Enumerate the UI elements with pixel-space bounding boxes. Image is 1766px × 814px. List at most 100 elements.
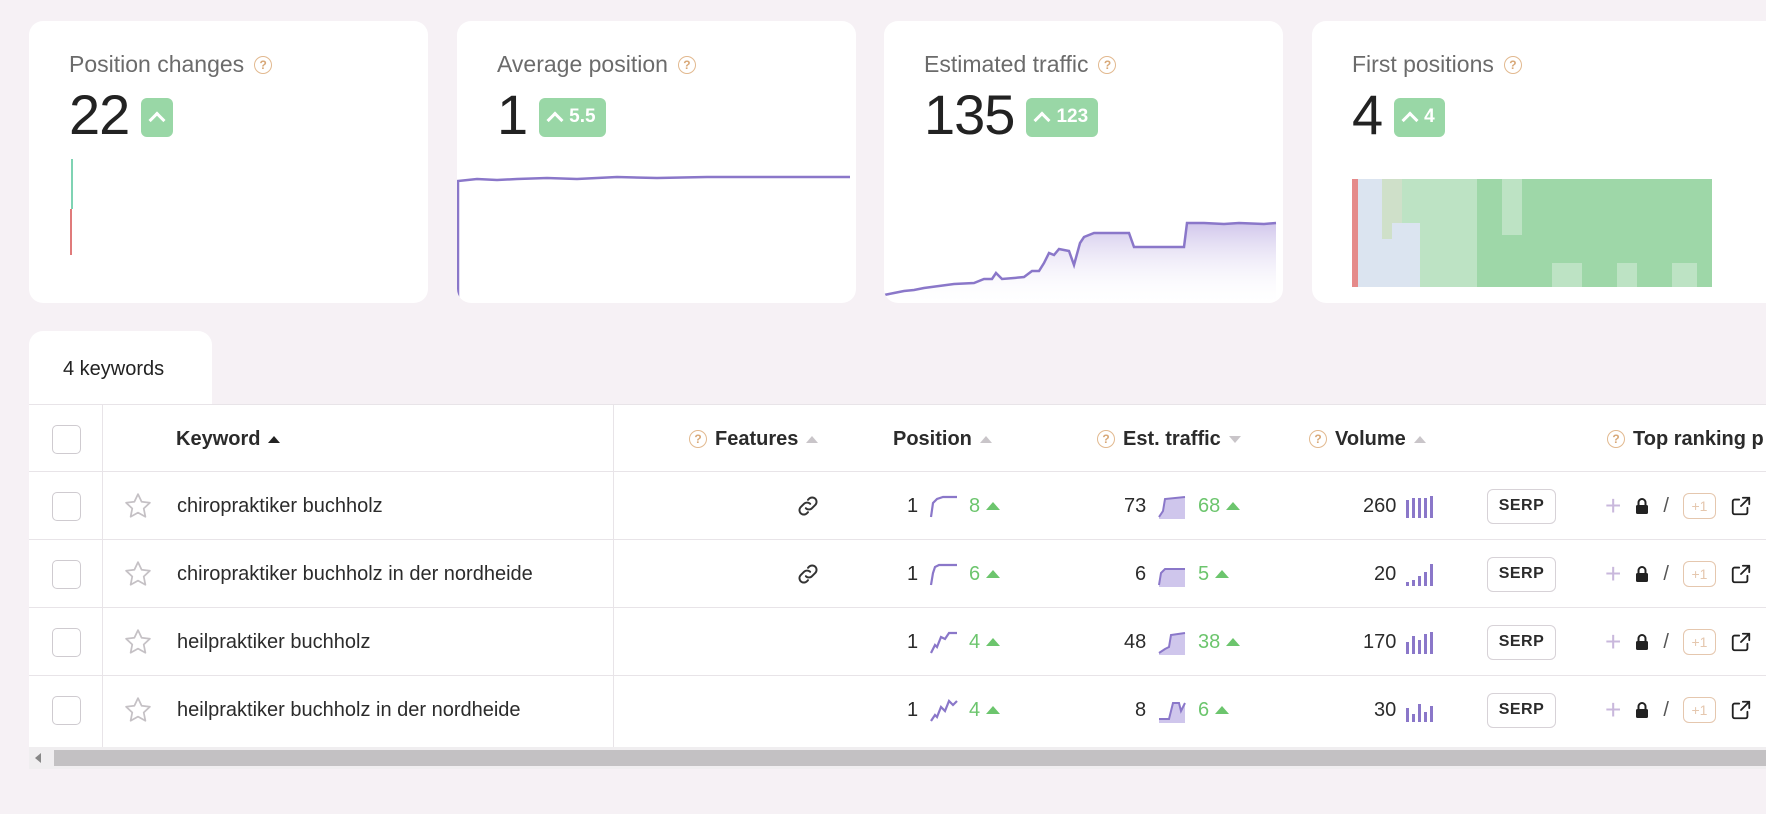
card-title: First positions bbox=[1352, 51, 1494, 77]
traffic-value: 6 bbox=[1135, 562, 1147, 585]
star-icon[interactable] bbox=[123, 491, 153, 521]
lock-icon[interactable] bbox=[1635, 498, 1649, 514]
keyword-cell[interactable]: heilpraktiker buchholz bbox=[177, 608, 370, 676]
volume-value: 30 bbox=[1374, 698, 1397, 721]
estimated-traffic-card: Estimated traffic ? 135 123 bbox=[884, 21, 1283, 303]
add-url-icon[interactable]: + bbox=[1605, 628, 1621, 656]
average-position-card: Average position ? 1 5.5 bbox=[457, 21, 856, 303]
first-positions-card: First positions ? 4 4 bbox=[1312, 21, 1766, 303]
star-icon[interactable] bbox=[123, 695, 153, 725]
separator: / bbox=[1663, 630, 1669, 653]
table-row: heilpraktiker buchholz 1 4 48 38 170 SER… bbox=[29, 608, 1766, 676]
caret-up-icon bbox=[546, 111, 564, 129]
scroll-left-arrow-icon[interactable] bbox=[35, 753, 41, 763]
help-icon[interactable]: ? bbox=[1607, 430, 1625, 448]
help-icon[interactable]: ? bbox=[254, 55, 273, 74]
serp-button[interactable]: SERP bbox=[1487, 624, 1556, 660]
card-title: Average position bbox=[497, 51, 668, 77]
help-icon[interactable]: ? bbox=[1309, 430, 1327, 448]
plus-one-button[interactable]: +1 bbox=[1682, 629, 1716, 655]
plus-one-button[interactable]: +1 bbox=[1682, 561, 1716, 587]
card-title: Estimated traffic bbox=[924, 51, 1089, 77]
traffic-value: 73 bbox=[1124, 494, 1147, 517]
keyword-cell[interactable]: chiropraktiker buchholz bbox=[177, 472, 383, 540]
column-header-volume[interactable]: ? Volume bbox=[1309, 405, 1426, 473]
plus-one-button[interactable]: +1 bbox=[1682, 493, 1716, 519]
caret-up-icon bbox=[1401, 111, 1419, 129]
column-header-position[interactable]: Position bbox=[893, 405, 992, 473]
column-header-keyword[interactable]: Keyword bbox=[176, 405, 281, 473]
serp-button[interactable]: SERP bbox=[1487, 692, 1556, 728]
change-value: 38 bbox=[1198, 630, 1221, 653]
external-link-icon[interactable] bbox=[1730, 495, 1752, 517]
position-trend-icon bbox=[930, 699, 958, 722]
volume-value: 260 bbox=[1363, 494, 1397, 517]
traffic-trend-icon bbox=[1158, 568, 1185, 587]
plus-one-button[interactable]: +1 bbox=[1682, 697, 1716, 723]
add-url-icon[interactable]: + bbox=[1605, 696, 1621, 724]
position-changes-card: Position changes ? 22 bbox=[29, 21, 428, 303]
change-value: 6 bbox=[1198, 698, 1210, 721]
position-value: 1 bbox=[907, 494, 919, 517]
header-label: Position bbox=[893, 427, 972, 450]
external-link-icon[interactable] bbox=[1730, 699, 1752, 721]
serp-button[interactable]: SERP bbox=[1487, 488, 1556, 524]
star-icon[interactable] bbox=[123, 559, 153, 589]
position-change: 6 bbox=[969, 540, 1001, 608]
link-icon bbox=[798, 496, 818, 516]
up-arrow-icon bbox=[1226, 638, 1241, 646]
sort-icon bbox=[806, 435, 819, 443]
lock-icon[interactable] bbox=[1635, 566, 1649, 582]
column-header-features[interactable]: ? Features bbox=[689, 405, 819, 473]
add-url-icon[interactable]: + bbox=[1605, 560, 1621, 588]
lock-icon[interactable] bbox=[1635, 702, 1649, 718]
volume-value: 20 bbox=[1374, 562, 1397, 585]
delta-value: 4 bbox=[1424, 106, 1435, 127]
card-value: 22 bbox=[69, 83, 130, 146]
row-checkbox[interactable] bbox=[52, 695, 81, 725]
sort-icon bbox=[979, 435, 992, 443]
traffic-change: 5 bbox=[1198, 540, 1230, 608]
serp-button[interactable]: SERP bbox=[1487, 556, 1556, 592]
help-icon[interactable]: ? bbox=[689, 430, 707, 448]
tab-keywords[interactable]: 4 keywords bbox=[29, 331, 212, 405]
row-checkbox[interactable] bbox=[52, 559, 81, 589]
traffic-trend-icon bbox=[1158, 632, 1186, 655]
volume-value: 170 bbox=[1363, 630, 1397, 653]
column-header-top-ranking[interactable]: ? Top ranking p bbox=[1607, 405, 1764, 473]
row-checkbox[interactable] bbox=[52, 627, 81, 657]
horizontal-scrollbar[interactable] bbox=[29, 747, 1766, 769]
add-url-icon[interactable]: + bbox=[1605, 492, 1621, 520]
traffic-value: 8 bbox=[1135, 698, 1147, 721]
scrollbar-thumb[interactable] bbox=[54, 750, 1766, 766]
delta-badge: 5.5 bbox=[539, 97, 606, 137]
help-icon[interactable]: ? bbox=[677, 55, 696, 74]
delta-badge: 123 bbox=[1026, 97, 1099, 137]
help-icon[interactable]: ? bbox=[1098, 55, 1117, 74]
select-all-checkbox[interactable] bbox=[52, 424, 81, 454]
external-link-icon[interactable] bbox=[1730, 631, 1752, 653]
header-label: Volume bbox=[1335, 427, 1406, 450]
external-link-icon[interactable] bbox=[1730, 563, 1752, 585]
traffic-trend-icon bbox=[1159, 702, 1186, 723]
up-arrow-icon bbox=[1215, 706, 1230, 714]
table-row: chiropraktiker buchholz 1 8 73 68 260 SE… bbox=[29, 472, 1766, 540]
row-checkbox[interactable] bbox=[52, 491, 81, 521]
header-label: Est. traffic bbox=[1123, 427, 1221, 450]
up-arrow-icon bbox=[986, 502, 1001, 510]
help-icon[interactable]: ? bbox=[1097, 430, 1115, 448]
volume-bars-icon bbox=[1406, 704, 1433, 722]
keyword-cell[interactable]: chiropraktiker buchholz in der nordheide bbox=[177, 540, 533, 608]
up-arrow-icon bbox=[986, 706, 1001, 714]
delta-value: 5.5 bbox=[569, 106, 596, 127]
help-icon[interactable]: ? bbox=[1503, 55, 1522, 74]
column-header-est-traffic[interactable]: ? Est. traffic bbox=[1097, 405, 1241, 473]
lock-icon[interactable] bbox=[1635, 634, 1649, 650]
keyword-cell[interactable]: heilpraktiker buchholz in der nordheide bbox=[177, 676, 521, 744]
star-icon[interactable] bbox=[123, 627, 153, 657]
up-arrow-icon bbox=[986, 570, 1001, 578]
card-value: 135 bbox=[924, 83, 1015, 146]
position-value: 1 bbox=[907, 698, 919, 721]
up-arrow-icon bbox=[986, 638, 1001, 646]
table-row: chiropraktiker buchholz in der nordheide… bbox=[29, 540, 1766, 608]
